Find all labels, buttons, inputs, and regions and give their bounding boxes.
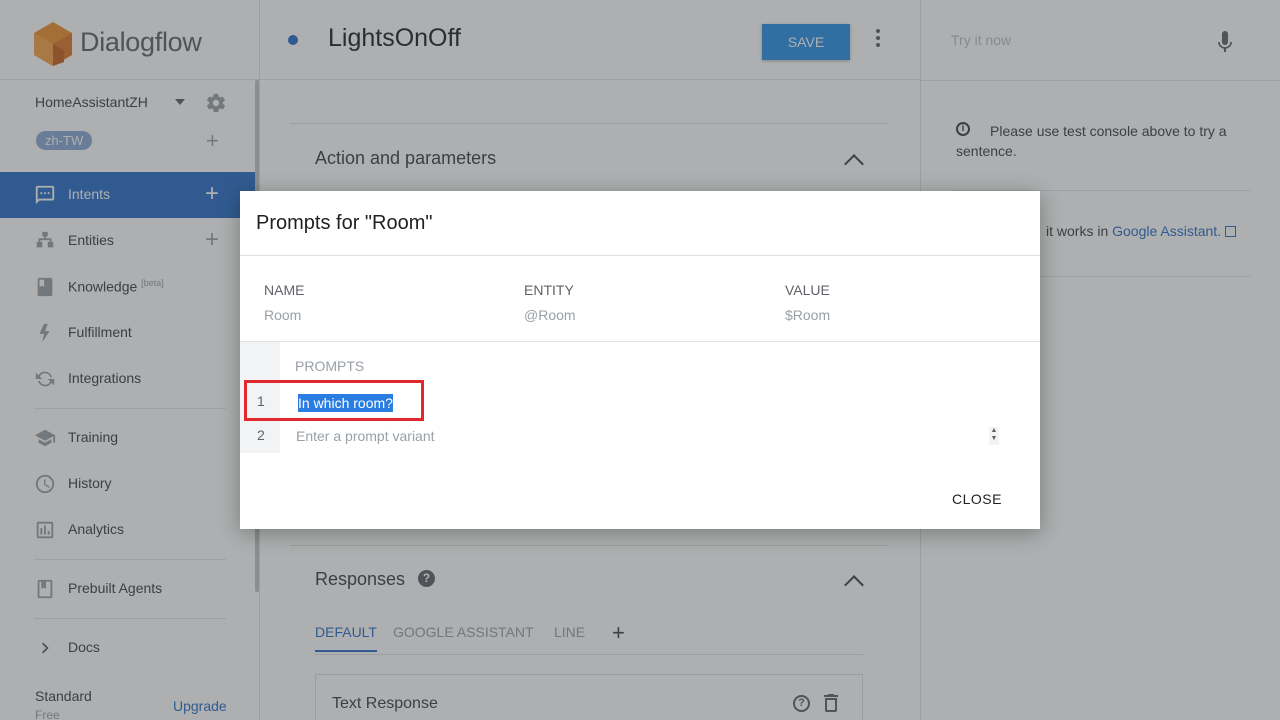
dialog-divider bbox=[240, 255, 1040, 256]
dialog-divider bbox=[240, 341, 1040, 342]
prompts-label: PROMPTS bbox=[295, 358, 365, 374]
prompts-dialog: Prompts for "Room" NAME ENTITY VALUE Roo… bbox=[240, 191, 1040, 529]
stepper-icon[interactable]: ▲ ▼ bbox=[989, 427, 999, 445]
column-header-entity: ENTITY bbox=[524, 282, 574, 298]
param-value: $Room bbox=[785, 307, 831, 323]
param-name: Room bbox=[264, 307, 302, 323]
param-entity: @Room bbox=[524, 307, 576, 323]
dialog-title: Prompts for "Room" bbox=[256, 212, 433, 234]
annotation-highlight-box bbox=[244, 380, 424, 421]
column-header-name: NAME bbox=[264, 282, 305, 298]
prompt-variant-input[interactable] bbox=[296, 426, 956, 446]
close-button[interactable]: CLOSE bbox=[952, 491, 1002, 507]
row-number: 2 bbox=[257, 427, 265, 443]
column-header-value: VALUE bbox=[785, 282, 830, 298]
